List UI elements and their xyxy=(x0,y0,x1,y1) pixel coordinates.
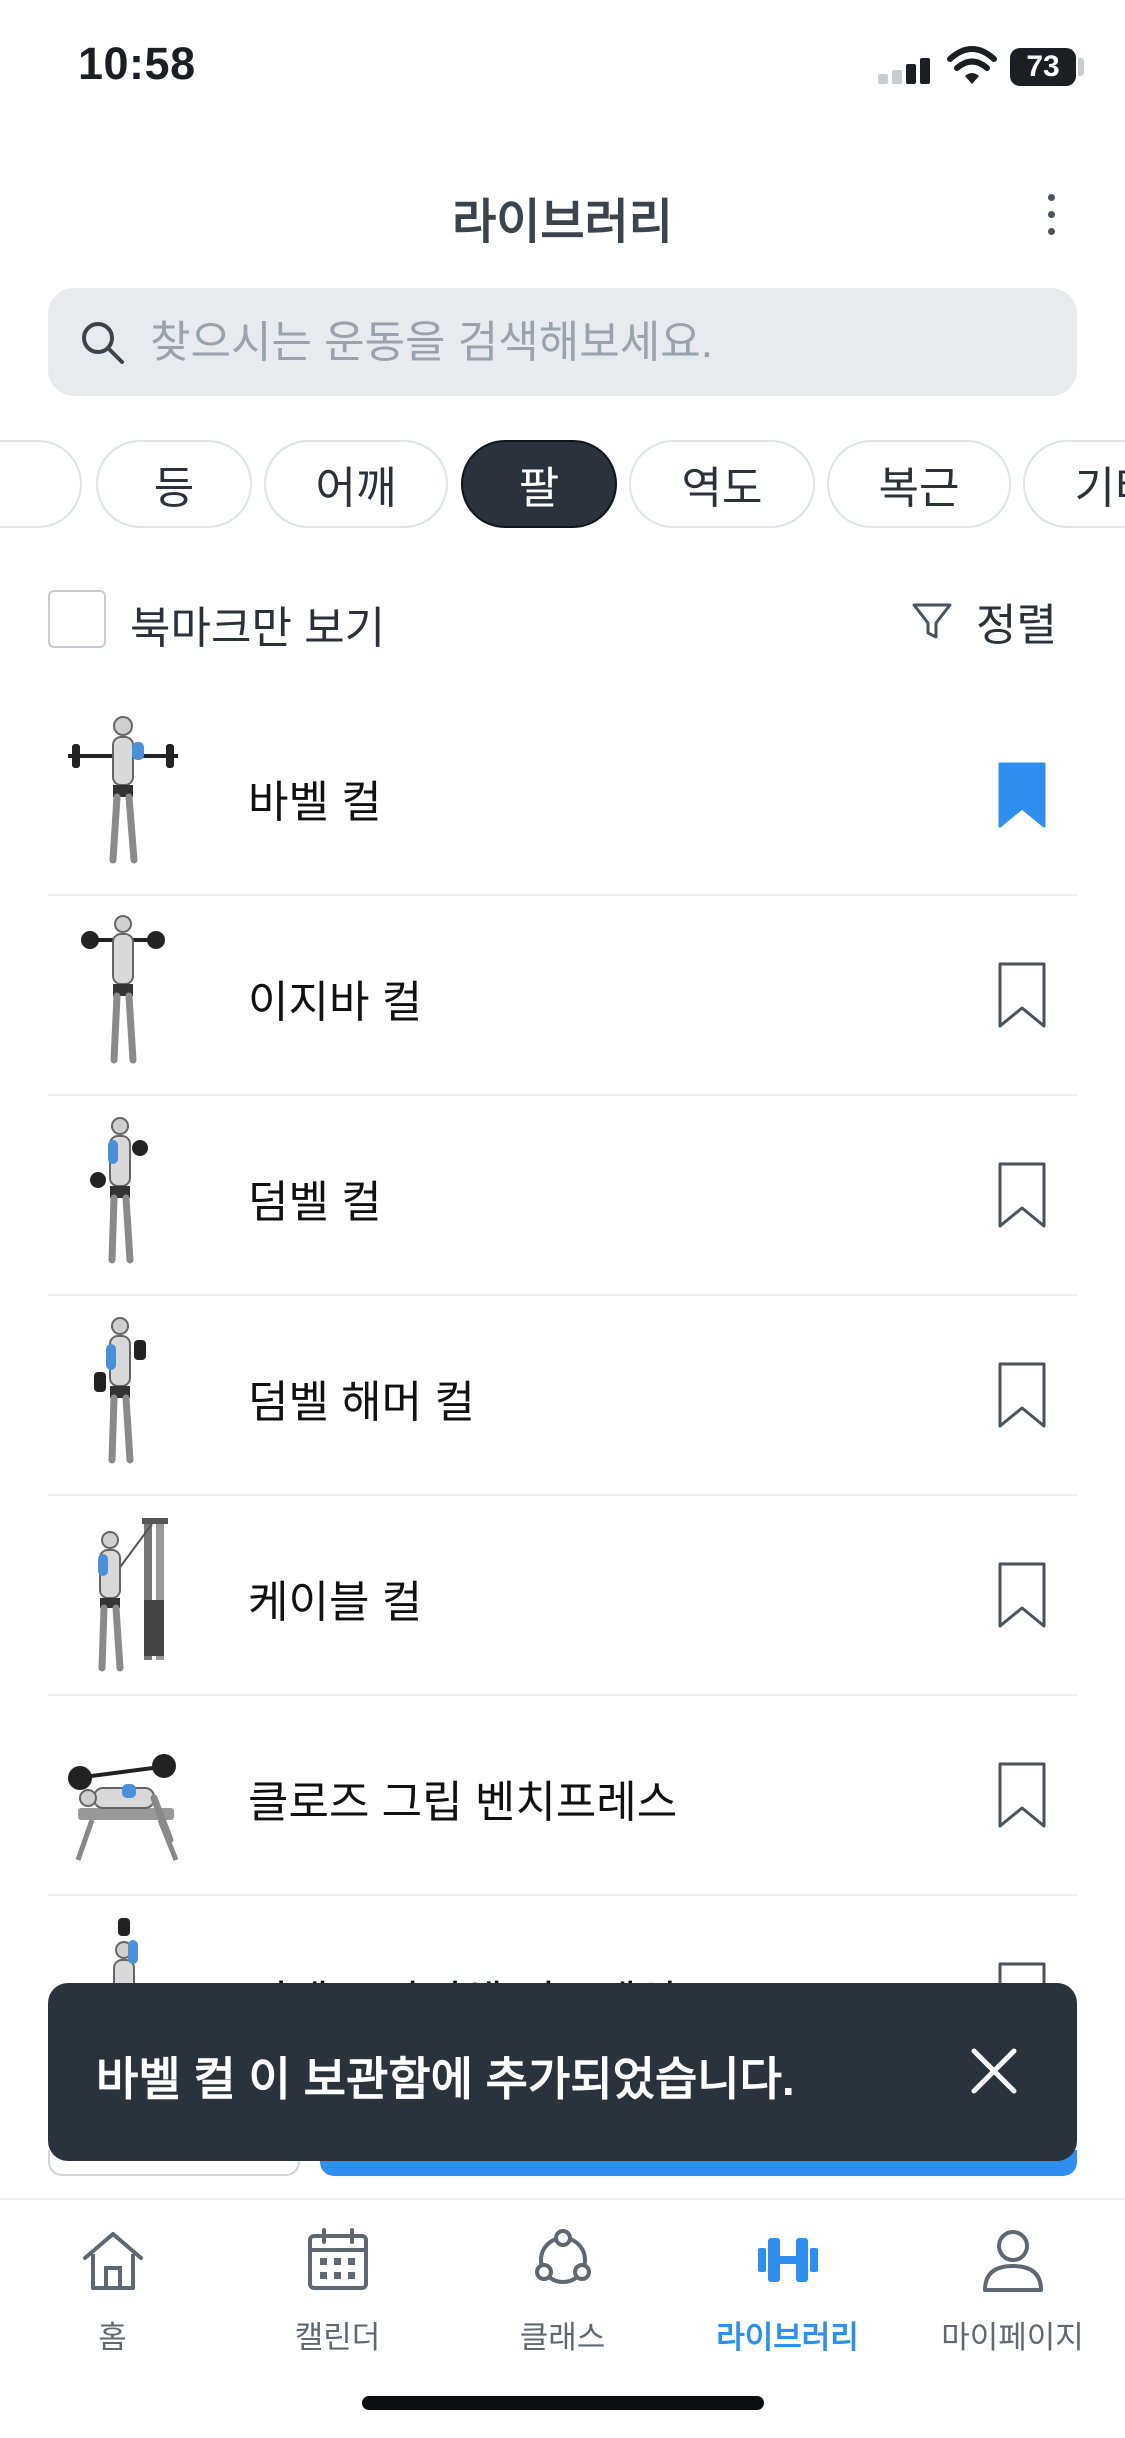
tab-library[interactable]: 라이브러리 xyxy=(675,2224,900,2374)
tab-label: 클래스 xyxy=(519,2320,606,2355)
exercise-row[interactable]: 덤벨 해머 컬 xyxy=(48,1296,1077,1496)
exercise-name: 이지바 컬 xyxy=(248,978,423,1027)
bookmark-filled-icon[interactable] xyxy=(998,762,1046,828)
class-network-icon xyxy=(534,2229,591,2284)
person-icon xyxy=(982,2230,1043,2292)
bookmark-outline-icon[interactable] xyxy=(998,1562,1046,1628)
bookmark-only-label[interactable]: 북마크만 보기 xyxy=(130,592,385,656)
tab-mypage[interactable]: 마이페이지 xyxy=(900,2224,1125,2374)
category-chip-shoulder[interactable]: 어깨 xyxy=(264,440,448,528)
home-icon xyxy=(82,2232,143,2290)
bookmark-only-checkbox[interactable] xyxy=(48,590,106,648)
exercise-row[interactable]: 케이블 컬 xyxy=(48,1496,1077,1696)
tab-calendar[interactable]: 캘린더 xyxy=(225,2224,450,2374)
exercise-thumbnail xyxy=(94,1317,146,1464)
tab-class[interactable]: 클래스 xyxy=(450,2224,675,2374)
battery-tip xyxy=(1078,58,1084,76)
bookmark-outline-icon[interactable] xyxy=(998,962,1046,1028)
exercise-thumbnail xyxy=(90,1117,148,1264)
exercise-name: 클로즈 그립 벤치프레스 xyxy=(248,1778,678,1827)
search-input[interactable] xyxy=(148,306,1052,380)
exercise-thumbnail xyxy=(68,1754,179,1861)
sort-button[interactable]: 정렬 xyxy=(910,586,1057,656)
status-time: 10:58 xyxy=(78,38,196,89)
calendar-icon xyxy=(307,2228,368,2290)
category-chip-etc[interactable]: 기타 xyxy=(1023,440,1125,528)
exercise-name: 바벨 컬 xyxy=(248,778,382,827)
tab-home[interactable]: 홈 xyxy=(0,2224,225,2374)
exercise-row[interactable]: 클로즈 그립 벤치프레스 xyxy=(48,1696,1077,1896)
close-icon[interactable] xyxy=(964,2041,1024,2101)
exercise-thumbnail xyxy=(98,1518,168,1672)
category-chip-back[interactable]: 등 xyxy=(96,440,252,528)
toast-notification: 바벨 컬 이 보관함에 추가되었습니다. xyxy=(48,1983,1077,2161)
tab-label: 라이브러리 xyxy=(716,2320,859,2355)
search-bar[interactable] xyxy=(48,288,1077,396)
exercise-row[interactable]: 이지바 컬 xyxy=(48,896,1077,1096)
cellular-signal-icon xyxy=(878,50,934,84)
wifi-icon xyxy=(947,46,997,84)
category-chips: 등 어깨 팔 역도 복근 기타 xyxy=(0,440,1125,532)
exercise-name: 덤벨 해머 컬 xyxy=(248,1378,475,1427)
bookmark-outline-icon[interactable] xyxy=(998,1362,1046,1428)
tab-label: 캘린더 xyxy=(294,2320,381,2355)
status-bar: 10:58 73 xyxy=(0,0,1125,140)
search-icon xyxy=(82,322,124,364)
more-options-icon[interactable] xyxy=(1030,188,1074,240)
home-indicator xyxy=(362,2396,764,2410)
exercise-thumbnail xyxy=(81,915,165,1064)
exercise-row[interactable]: 바벨 컬 xyxy=(48,696,1077,896)
category-chip-abs[interactable]: 복근 xyxy=(827,440,1011,528)
category-chip-weightlifting[interactable]: 역도 xyxy=(629,440,815,528)
filter-row: 북마크만 보기 정렬 xyxy=(0,582,1125,662)
bookmark-outline-icon[interactable] xyxy=(998,1762,1046,1828)
dumbbell-icon xyxy=(757,2238,818,2282)
exercise-name: 케이블 컬 xyxy=(248,1578,423,1627)
page-title: 라이브러리 xyxy=(452,196,673,249)
header: 라이브러리 xyxy=(0,160,1125,260)
tab-label: 마이페이지 xyxy=(941,2320,1084,2355)
bookmark-outline-icon[interactable] xyxy=(998,1162,1046,1228)
sort-label: 정렬 xyxy=(976,601,1057,650)
tab-label: 홈 xyxy=(98,2320,127,2355)
toast-message: 바벨 컬 이 보관함에 추가되었습니다. xyxy=(96,2053,795,2105)
exercise-list: 바벨 컬 이지바 컬 덤벨 컬 덤벨 해머 컬 케이블 컬 클로즈 그립 벤치프… xyxy=(48,696,1077,2096)
category-chip-arm[interactable]: 팔 xyxy=(461,440,617,528)
category-chip-partial[interactable] xyxy=(0,440,82,528)
exercise-thumbnail xyxy=(68,716,178,864)
filter-funnel-icon xyxy=(912,603,952,639)
exercise-name: 덤벨 컬 xyxy=(248,1178,382,1227)
battery-icon: 73 xyxy=(1010,48,1076,86)
exercise-row[interactable]: 덤벨 컬 xyxy=(48,1096,1077,1296)
